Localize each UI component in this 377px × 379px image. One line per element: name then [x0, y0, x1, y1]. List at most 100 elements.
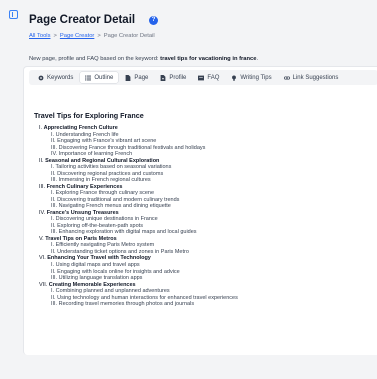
outline-document: Travel Tips for Exploring France I. Appr… — [34, 111, 377, 308]
breadcrumb-current: Page Creator Detail — [103, 33, 155, 39]
section-number: I. — [39, 125, 43, 131]
breadcrumb-separator: > — [53, 33, 57, 39]
page-header: Page Creator Detail ? All Tools > Page C… — [29, 14, 377, 62]
tab-outline[interactable]: Outline — [80, 72, 119, 83]
subitem-number: III. — [51, 177, 58, 184]
subitem-number: II. — [51, 138, 56, 145]
tab-label: Link Suggestions — [292, 74, 339, 81]
subitem-number: III. — [51, 144, 58, 151]
outline-body: I. Appreciating French Culture I. Underst… — [34, 125, 377, 308]
tab-profile[interactable]: Profile — [155, 72, 191, 83]
tab-label: Keywords — [47, 74, 74, 81]
subitem-text: Navigating French menus and dining etiqu… — [58, 203, 171, 210]
tab-keywords[interactable]: Keywords — [33, 72, 78, 83]
subitem-number: III. — [51, 203, 58, 210]
intro-prefix: New page, profile and FAQ based on the k… — [29, 56, 159, 62]
outline-section: III. French Culinary Experiences — [34, 184, 377, 191]
page-root: Page Creator Detail ? All Tools > Page C… — [0, 0, 377, 379]
subitem-text: Discovering France through traditional f… — [58, 144, 206, 151]
subitem-number: II. — [51, 196, 56, 203]
subitem-number: I. — [51, 216, 55, 223]
subitem-number: II. — [51, 248, 56, 255]
subitem-text: Importance of learning French — [58, 151, 133, 158]
subitem-number: II. — [51, 170, 56, 177]
subitem-text: Immersing in French regional cultures — [58, 177, 151, 184]
subitem-text: Engaging with France's vibrant art scene — [57, 138, 157, 145]
tab-link-suggestions[interactable]: Link Suggestions — [279, 72, 344, 83]
section-title: France's Unsung Treasures — [46, 209, 119, 216]
section-number: VII. — [39, 281, 48, 288]
subitem-text: Engaging with locals online for insights… — [57, 268, 180, 275]
subitem-number: II. — [51, 268, 56, 275]
subitem-text: Using technology and human interactions … — [57, 294, 238, 301]
link-icon — [283, 75, 290, 80]
subitem-text: Exploring off-the-beaten-path spots — [57, 222, 143, 229]
outline-subitem: III. Recording travel memories through p… — [34, 301, 377, 308]
subitem-number: I. — [51, 164, 55, 171]
faq-icon — [198, 75, 205, 80]
lightbulb-icon — [232, 74, 237, 81]
subitem-number: IV. — [51, 151, 58, 158]
list-icon — [85, 75, 92, 80]
section-title: Appreciating French Culture — [43, 125, 118, 131]
tab-label: Writing Tips — [240, 74, 272, 81]
tab-label: Profile — [169, 74, 187, 81]
section-number: VI. — [39, 255, 46, 262]
subitem-number: III. — [51, 275, 58, 282]
sidebar-toggle-icon[interactable] — [9, 10, 18, 19]
section-title: Travel Tips on Paris Metros — [45, 235, 117, 242]
section-number: III. — [39, 183, 46, 190]
section-title: Creating Memorable Experiences — [48, 281, 136, 288]
subitem-text: Tailoring activities based on seasonal v… — [55, 164, 172, 171]
tab-page[interactable]: Page — [120, 72, 153, 83]
subitem-number: II. — [51, 294, 56, 301]
subitem-text: Utilizing language translation apps — [58, 275, 143, 282]
section-title: Enhancing Your Travel with Technology — [47, 255, 151, 262]
page-title: Page Creator Detail — [29, 14, 136, 26]
subitem-number: III. — [51, 229, 58, 236]
subitem-text: Enhancing exploration with digital maps … — [58, 229, 197, 236]
tab-writing-tips[interactable]: Writing Tips — [226, 72, 276, 83]
subitem-text: Understanding ticket options and zones i… — [57, 248, 189, 255]
subitem-number: I. — [51, 262, 55, 269]
tab-label: FAQ — [207, 74, 220, 81]
breadcrumb-all-tools[interactable]: All Tools — [29, 33, 50, 39]
subitem-number: I. — [51, 131, 55, 138]
outline-section: VII. Creating Memorable Experiences — [34, 282, 377, 289]
outline-section: I. Appreciating French Culture — [34, 125, 377, 132]
section-title: Seasonal and Regional Cultural Explorati… — [45, 157, 160, 164]
subitem-text: Exploring France through culinary scene — [55, 190, 155, 197]
breadcrumb-page-creator[interactable]: Page Creator — [60, 33, 94, 39]
outline-section: II. Seasonal and Regional Cultural Explo… — [34, 158, 377, 165]
breadcrumb: All Tools > Page Creator > Page Creator … — [29, 33, 377, 39]
subitem-text: Discovering unique destinations in Franc… — [55, 216, 158, 223]
subitem-text: Using digital maps and travel apps — [55, 262, 140, 269]
subitem-number: III. — [51, 301, 58, 308]
outline-title: Travel Tips for Exploring France — [34, 111, 144, 120]
tab-label: Outline — [94, 74, 114, 81]
outline-section: V. Travel Tips on Paris Metros — [34, 236, 377, 243]
help-icon[interactable]: ? — [149, 15, 159, 25]
document-icon — [125, 74, 131, 81]
breadcrumb-separator: > — [97, 33, 101, 39]
section-number: IV. — [39, 209, 46, 216]
tab-label: Page — [134, 74, 149, 81]
section-title: French Culinary Experiences — [46, 183, 123, 190]
subitem-text: Discovering traditional and modern culin… — [57, 196, 180, 203]
content-card: Keywords Outline Page Profile FAQ Writin… — [23, 66, 377, 355]
gear-icon — [38, 75, 44, 80]
tab-faq[interactable]: FAQ — [193, 72, 224, 83]
subitem-text: Understanding French life — [55, 131, 119, 138]
subitem-number: II. — [51, 222, 56, 229]
tab-bar: Keywords Outline Page Profile FAQ Writin… — [29, 70, 377, 85]
intro-suffix: . — [256, 56, 259, 62]
subitem-text: Recording travel memories through photos… — [58, 301, 195, 308]
section-number: II. — [39, 157, 44, 164]
subitem-text: Efficiently navigating Paris Metro syste… — [55, 242, 155, 249]
outline-section: VI. Enhancing Your Travel with Technolog… — [34, 255, 377, 262]
profile-icon — [160, 74, 166, 81]
intro-text: New page, profile and FAQ based on the k… — [29, 56, 377, 62]
section-number: V. — [39, 235, 44, 242]
intro-keyword: travel tips for vacationing in france — [160, 56, 257, 62]
subitem-text: Combining planned and unplanned adventur… — [55, 288, 170, 295]
